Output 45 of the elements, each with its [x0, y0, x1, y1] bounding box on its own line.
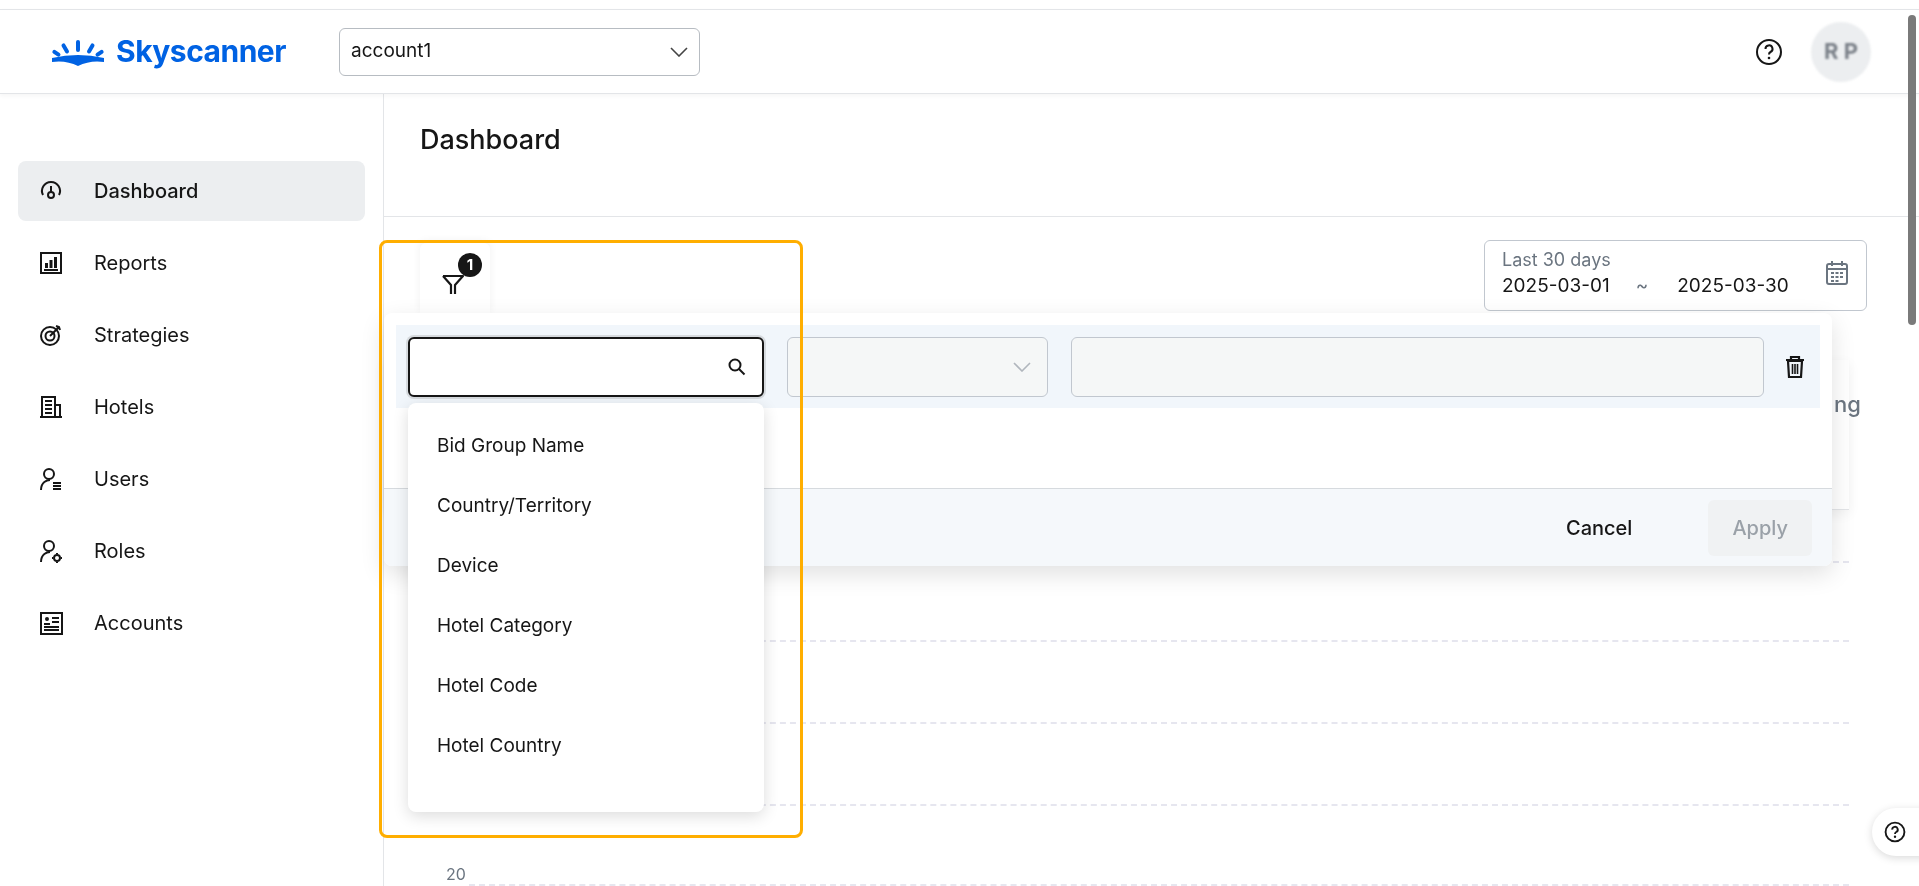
scrollbar[interactable]: [1908, 15, 1916, 325]
search-icon: [728, 357, 746, 376]
page-title: Dashboard: [420, 121, 561, 158]
account-select-value: account1: [351, 38, 432, 65]
sidebar-item[interactable]: Users: [18, 449, 365, 509]
target-icon: [38, 322, 64, 348]
dropdown-option[interactable]: Hotel Country: [408, 716, 764, 776]
sidebar-item[interactable]: Strategies: [18, 305, 365, 365]
user-gear-icon: [38, 538, 64, 564]
chevron-down-icon: [1013, 361, 1031, 372]
sidebar-item[interactable]: Hotels: [18, 377, 365, 437]
cancel-button[interactable]: Cancel: [1542, 499, 1657, 556]
logo-icon: [50, 37, 106, 66]
calendar-icon: [1825, 260, 1849, 286]
chevron-down-icon: [670, 46, 688, 57]
id-card-icon: [38, 610, 64, 636]
user-list-icon: [38, 466, 64, 492]
count-badge: 1: [458, 253, 482, 277]
trash-icon[interactable]: [1784, 354, 1806, 379]
sidebar-item[interactable]: Dashboard: [18, 161, 365, 221]
chart-title: ng: [1834, 390, 1861, 419]
sidebar-item[interactable]: Reports: [18, 233, 365, 293]
dropdown-option[interactable]: Bid Group Name: [408, 416, 764, 476]
help-icon: [1884, 821, 1906, 843]
end-date: 2025-03-30: [1677, 273, 1789, 299]
bar-chart-icon: [38, 250, 64, 276]
dropdown-option[interactable]: Hotel Category: [408, 596, 764, 656]
building-icon: [38, 394, 64, 420]
sidebar-item[interactable]: Accounts: [18, 593, 365, 653]
start-date: 2025-03-01: [1502, 273, 1610, 299]
dropdown-option[interactable]: Country/Territory: [408, 476, 764, 536]
help-icon[interactable]: [1755, 37, 1783, 66]
dropdown-option[interactable]: Device: [408, 536, 764, 596]
dropdown-option[interactable]: Hotel Code: [408, 656, 764, 716]
sidebar-item[interactable]: Roles: [18, 521, 365, 581]
date-separator: ~: [1635, 273, 1649, 299]
search-field[interactable]: [408, 336, 764, 397]
account-select[interactable]: account1: [339, 27, 700, 76]
filter-tab[interactable]: 1: [420, 243, 490, 315]
date-range-label: Last 30 days: [1502, 248, 1612, 272]
logo-text: Skyscanner: [116, 32, 286, 71]
date-range-picker[interactable]: Last 30 days 2025-03-01 ~ 2025-03-30: [1484, 240, 1867, 311]
axis-label: 20: [446, 866, 466, 882]
help-button[interactable]: [1872, 808, 1919, 856]
value-input-field[interactable]: [1071, 336, 1764, 397]
